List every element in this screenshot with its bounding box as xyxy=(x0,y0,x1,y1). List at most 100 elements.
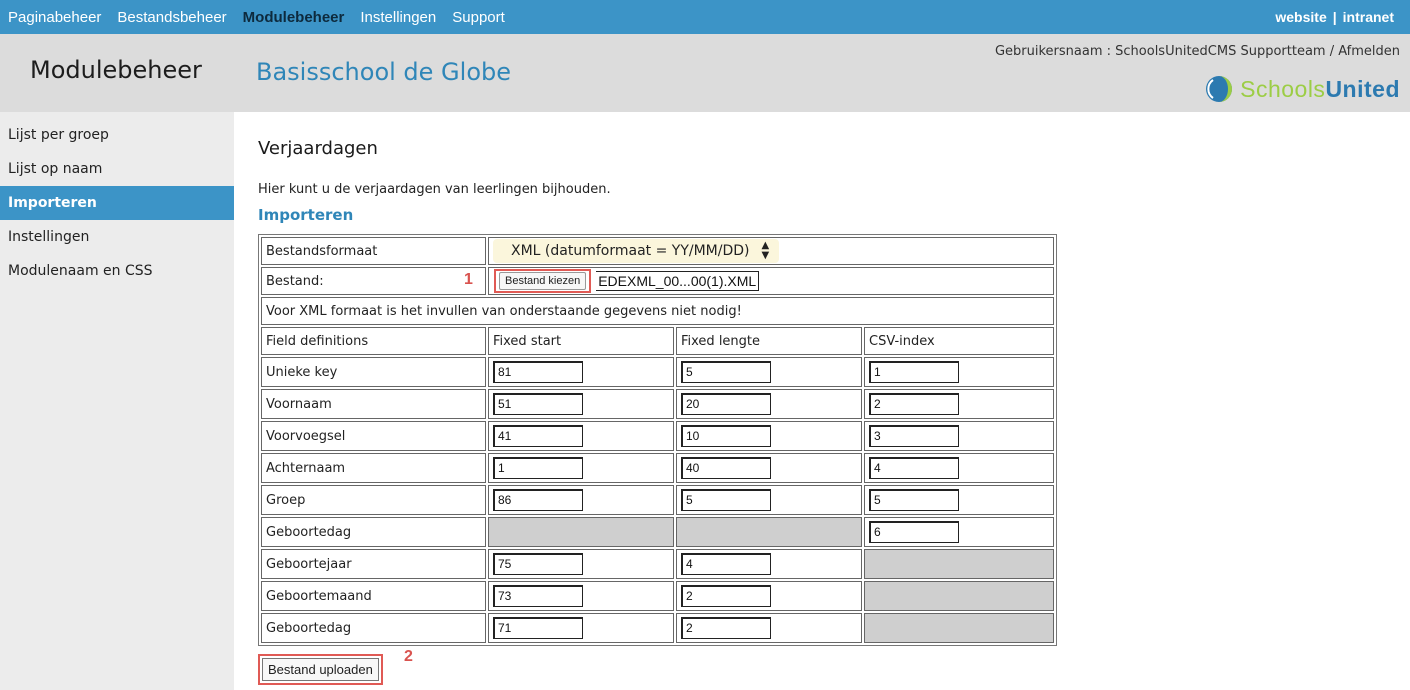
disabled-cell xyxy=(676,517,862,547)
fixed-length-input-cell: 2 xyxy=(676,613,862,643)
csv-index-input[interactable]: 5 xyxy=(869,489,959,511)
schoolsunited-logo: Schools United xyxy=(1204,74,1400,104)
sidebar-item-importeren[interactable]: Importeren xyxy=(0,186,234,220)
column-header: Fixed start xyxy=(488,327,674,355)
csv-index-input-cell: 6 xyxy=(864,517,1054,547)
field-name: Unieke key xyxy=(261,357,486,387)
school-title: Basisschool de Globe xyxy=(256,58,511,86)
fixed-start-input-cell: 41 xyxy=(488,421,674,451)
nav-modulebeheer[interactable]: Modulebeheer xyxy=(243,9,345,26)
file-label-cell: Bestand: 1 xyxy=(261,267,486,295)
upload-button[interactable]: Bestand uploaden xyxy=(262,658,379,681)
site-links: website | intranet xyxy=(1275,0,1394,34)
table-row: Geboortedag 6 xyxy=(261,517,1054,547)
fixed-length-input[interactable]: 10 xyxy=(681,425,771,447)
format-select[interactable]: XML (datumformaat = YY/MM/DD) ▲ ▼ xyxy=(493,239,780,263)
table-row: Unieke key 81 5 1 xyxy=(261,357,1054,387)
table-row: Voorvoegsel 41 10 3 xyxy=(261,421,1054,451)
step-marker-2: 2 xyxy=(404,648,413,665)
sidebar-item-lijst-op-naam[interactable]: Lijst op naam xyxy=(0,152,234,186)
logo-text-schools: Schools xyxy=(1240,75,1326,102)
fixed-start-input[interactable]: 71 xyxy=(493,617,583,639)
csv-index-input-cell: 4 xyxy=(864,453,1054,483)
xml-note: Voor XML formaat is het invullen van ond… xyxy=(261,297,1054,325)
top-navigation-bar: Paginabeheer Bestandsbeheer Modulebeheer… xyxy=(0,0,1410,34)
intro-text: Hier kunt u de verjaardagen van leerling… xyxy=(258,182,611,197)
fixed-start-input[interactable]: 75 xyxy=(493,553,583,575)
table-row: Achternaam 1 40 4 xyxy=(261,453,1054,483)
csv-index-input[interactable]: 4 xyxy=(869,457,959,479)
csv-index-input[interactable]: 2 xyxy=(869,393,959,415)
fixed-length-input[interactable]: 20 xyxy=(681,393,771,415)
choose-file-button[interactable]: Bestand kiezen xyxy=(499,272,587,290)
fixed-length-input[interactable]: 2 xyxy=(681,585,771,607)
field-name: Groep xyxy=(261,485,486,515)
fixed-length-input[interactable]: 5 xyxy=(681,489,771,511)
sidebar-item-instellingen[interactable]: Instellingen xyxy=(0,220,234,254)
table-row: Groep 86 5 5 xyxy=(261,485,1054,515)
table-row: Voornaam 51 20 2 xyxy=(261,389,1054,419)
fixed-length-input[interactable]: 5 xyxy=(681,361,771,383)
import-form-table: Bestandsformaat XML (datumformaat = YY/M… xyxy=(258,234,1057,646)
file-label-row: Bestand: 1 xyxy=(266,271,481,289)
fixed-start-input-cell: 1 xyxy=(488,453,674,483)
fixed-start-input-cell: 75 xyxy=(488,549,674,579)
csv-index-input-cell: 5 xyxy=(864,485,1054,515)
disabled-cell xyxy=(864,549,1054,579)
fixed-start-input[interactable]: 51 xyxy=(493,393,583,415)
fixed-start-input[interactable]: 86 xyxy=(493,489,583,511)
fixed-start-input[interactable]: 73 xyxy=(493,585,583,607)
fixed-start-input-cell: 51 xyxy=(488,389,674,419)
sidebar-item-lijst-per-groep[interactable]: Lijst per groep xyxy=(0,118,234,152)
field-name: Voorvoegsel xyxy=(261,421,486,451)
field-name: Geboortemaand xyxy=(261,581,486,611)
format-cell: XML (datumformaat = YY/MM/DD) ▲ ▼ xyxy=(488,237,1054,265)
link-separator: | xyxy=(1332,9,1337,25)
section-title: Importeren xyxy=(258,206,354,224)
field-definition-rows: Unieke key 81 5 1 Voornaam 51 20 2 Voorvoegsel 41… xyxy=(261,357,1054,643)
nav-support[interactable]: Support xyxy=(452,9,505,26)
field-name: Geboortedag xyxy=(261,613,486,643)
fixed-start-input-cell: 86 xyxy=(488,485,674,515)
column-header: Field definitions xyxy=(261,327,486,355)
csv-index-input[interactable]: 3 xyxy=(869,425,959,447)
csv-index-input[interactable]: 6 xyxy=(869,521,959,543)
csv-index-input[interactable]: 1 xyxy=(869,361,959,383)
user-info[interactable]: Gebruikersnaam : SchoolsUnitedCMS Suppor… xyxy=(995,44,1400,59)
nav-instellingen[interactable]: Instellingen xyxy=(360,9,436,26)
page-header: Modulebeheer Basisschool de Globe Gebrui… xyxy=(0,34,1410,112)
intranet-link[interactable]: intranet xyxy=(1343,9,1394,25)
table-row: Geboortejaar 75 4 xyxy=(261,549,1054,579)
file-cell: Bestand kiezen EDEXML_00...00(1).XML xyxy=(488,267,1054,295)
fixed-start-input[interactable]: 41 xyxy=(493,425,583,447)
nav-paginabeheer[interactable]: Paginabeheer xyxy=(8,9,101,26)
select-arrows-icon: ▲ ▼ xyxy=(761,240,770,261)
disabled-cell xyxy=(488,517,674,547)
fixed-length-input-cell: 5 xyxy=(676,485,862,515)
csv-index-input-cell: 3 xyxy=(864,421,1054,451)
fixed-start-input-cell: 71 xyxy=(488,613,674,643)
sidebar-item-modulenaam-en-css[interactable]: Modulenaam en CSS xyxy=(0,254,234,288)
website-link[interactable]: website xyxy=(1275,9,1326,25)
field-name: Geboortejaar xyxy=(261,549,486,579)
fixed-start-input[interactable]: 81 xyxy=(493,361,583,383)
file-label: Bestand: xyxy=(266,273,324,289)
fixed-length-input-cell: 5 xyxy=(676,357,862,387)
fixed-length-input-cell: 4 xyxy=(676,549,862,579)
fixed-length-input[interactable]: 4 xyxy=(681,553,771,575)
field-name: Achternaam xyxy=(261,453,486,483)
disabled-cell xyxy=(864,613,1054,643)
fixed-start-input-cell: 73 xyxy=(488,581,674,611)
fixed-length-input-cell: 10 xyxy=(676,421,862,451)
fixed-length-input-cell: 40 xyxy=(676,453,862,483)
fixed-start-input[interactable]: 1 xyxy=(493,457,583,479)
table-row: Geboortedag 71 2 xyxy=(261,613,1054,643)
nav-bestandsbeheer[interactable]: Bestandsbeheer xyxy=(117,9,226,26)
file-input: Bestand kiezen EDEXML_00...00(1).XML xyxy=(493,269,1049,293)
fixed-length-input[interactable]: 2 xyxy=(681,617,771,639)
schoolsunited-logo-icon xyxy=(1206,76,1233,102)
format-select-value: XML (datumformaat = YY/MM/DD) xyxy=(511,243,750,259)
main-nav: Paginabeheer Bestandsbeheer Modulebeheer… xyxy=(8,0,521,34)
fixed-length-input-cell: 20 xyxy=(676,389,862,419)
fixed-length-input[interactable]: 40 xyxy=(681,457,771,479)
